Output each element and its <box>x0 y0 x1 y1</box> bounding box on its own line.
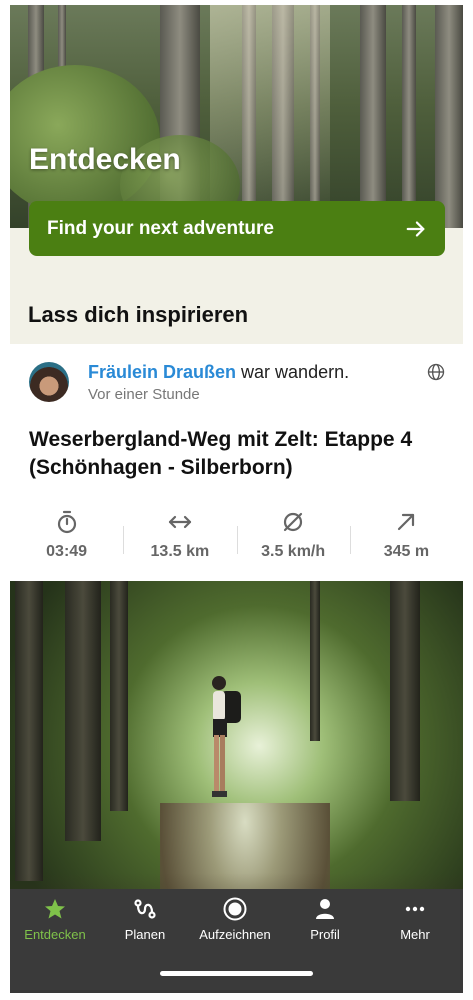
stat-distance: 13.5 km <box>123 510 236 570</box>
find-adventure-button[interactable]: Find your next adventure <box>29 201 445 256</box>
more-icon <box>405 906 425 912</box>
stopwatch-icon <box>57 510 76 534</box>
avatar[interactable] <box>29 362 69 402</box>
tab-label: Aufzeichnen <box>199 927 271 942</box>
tab-profil[interactable]: Profil <box>280 897 370 942</box>
route-icon <box>134 899 156 919</box>
timestamp: Vor einer Stunde <box>88 386 200 403</box>
home-indicator[interactable] <box>160 971 313 976</box>
stat-value: 3.5 km/h <box>261 543 326 560</box>
bottom-tab-bar: Entdecken Planen Aufzeichnen Profil Mehr <box>10 889 463 993</box>
stat-elevation: 345 m <box>349 510 463 570</box>
person-icon <box>316 899 334 919</box>
record-icon <box>223 897 247 921</box>
tab-label: Entdecken <box>24 927 86 942</box>
arrow-right-icon <box>406 220 425 237</box>
hiker-figure <box>212 676 241 797</box>
find-adventure-label: Find your next adventure <box>47 217 274 239</box>
tour-stats: 03:49 13.5 km 3.5 km/h 345 m <box>10 510 463 570</box>
tour-title[interactable]: Weserbergland-Weg mit Zelt: Etappe 4 (Sc… <box>29 426 449 482</box>
average-speed-icon <box>284 512 303 532</box>
distance-arrows-icon <box>168 515 191 529</box>
stat-duration: 03:49 <box>10 510 123 570</box>
stat-speed: 3.5 km/h <box>236 510 350 570</box>
tab-planen[interactable]: Planen <box>100 897 190 942</box>
stat-value: 13.5 km <box>150 543 210 560</box>
author-action: war wandern. <box>241 362 350 382</box>
tab-mehr[interactable]: Mehr <box>370 897 460 942</box>
tab-label: Planen <box>124 927 166 942</box>
elevation-arrow-icon <box>398 513 415 531</box>
section-title: Lass dich inspirieren <box>28 302 249 327</box>
tab-label: Mehr <box>400 927 430 942</box>
stat-value: 03:49 <box>46 543 88 560</box>
hero-image: Entdecken <box>10 5 463 228</box>
tab-entdecken[interactable]: Entdecken <box>10 897 100 942</box>
star-icon <box>45 899 65 919</box>
author-name-link[interactable]: Fräulein Draußen <box>88 362 236 382</box>
app-screen: Entdecken Find your next adventure Lass … <box>10 5 463 993</box>
tab-label: Profil <box>310 927 340 942</box>
author-line: Fräulein Draußen war wandern. <box>88 362 349 383</box>
stat-value: 345 m <box>383 543 430 560</box>
page-title: Entdecken <box>29 143 181 176</box>
tab-aufzeichnen[interactable]: Aufzeichnen <box>190 897 280 942</box>
globe-icon[interactable] <box>427 363 445 381</box>
